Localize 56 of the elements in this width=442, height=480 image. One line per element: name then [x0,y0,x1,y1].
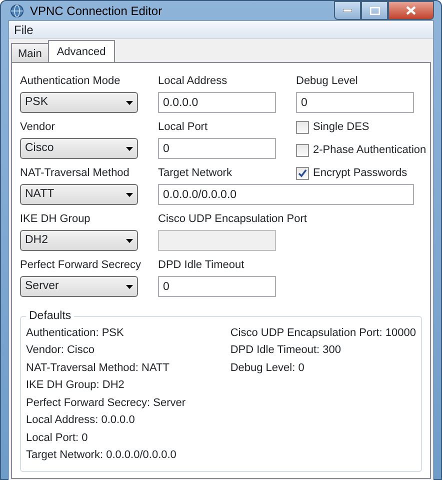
group-title: Defaults [28,311,72,322]
default-value: DPD Idle Timeout: 300 [230,343,342,358]
caret-icon [126,146,133,150]
caret-icon [126,192,133,196]
minimize-icon [343,9,352,12]
field-label: Authentication Mode [20,74,120,88]
tab[interactable]: Advanced [48,40,115,62]
field-label: Cisco UDP Encapsulation Port [158,212,307,226]
input-field[interactable]: 0.0.0.0 [158,92,276,113]
dropdown[interactable]: DH2 [20,230,138,251]
close-button[interactable] [388,1,434,20]
input-field[interactable]: 0 [158,276,276,297]
window-title: VPNC Connection Editor [30,2,162,20]
input-field[interactable]: 0.0.0.0/0.0.0.0 [158,184,414,205]
caret-icon [126,100,133,104]
field-label: Local Address [158,74,228,88]
default-value: Perfect Forward Secrecy: Server [26,396,186,410]
input-field[interactable]: 0 [158,138,276,159]
default-value: Debug Level: 0 [230,360,306,376]
default-value: IKE DH Group: DH2 [26,378,126,393]
checkbox[interactable]: 2-Phase Authentication [296,142,426,158]
close-icon [406,6,416,15]
default-value: Authentication: PSK [26,326,125,340]
field-label: Target Network [158,166,232,180]
default-value: Vendor: Cisco [26,343,96,358]
dropdown[interactable]: PSK [20,92,138,113]
caret-icon [126,284,133,288]
menu-item[interactable]: File [14,20,34,38]
default-value: Local Address: 0.0.0.0 [26,413,136,428]
minimize-button[interactable] [334,1,361,20]
input-field[interactable]: 0 [296,92,414,113]
tab[interactable]: Main [11,43,49,62]
field-label: NAT-Traversal Method [20,166,130,180]
checkbox-label: Single DES [313,120,370,135]
field-label: Local Port [158,120,208,134]
field-label: Debug Level [296,74,358,88]
checkbox-label: Encrypt Passwords [313,166,408,181]
dropdown[interactable]: NATT [20,184,138,205]
default-value: Local Port: 0 [26,430,89,446]
globe-icon [10,4,24,18]
checkbox-label: 2-Phase Authentication [313,142,426,158]
default-value: NAT-Traversal Method: NATT [26,360,170,376]
caret-icon [126,238,133,242]
default-value: Cisco UDP Encapsulation Port: 10000 [230,326,416,340]
field-label: IKE DH Group [20,212,90,226]
dropdown[interactable]: Server [20,276,138,297]
maximize-button[interactable] [361,1,388,20]
check-icon [298,168,307,178]
field-label: DPD Idle Timeout [158,258,244,272]
checkbox[interactable]: Single DES [296,118,370,136]
field-label: Perfect Forward Secrecy [20,258,142,272]
default-value: Target Network: 0.0.0.0/0.0.0.0 [26,448,178,463]
dropdown[interactable]: Cisco [20,138,138,159]
field-label: Vendor [20,120,55,134]
checkbox[interactable]: Encrypt Passwords [296,164,408,182]
maximize-icon [370,6,380,14]
